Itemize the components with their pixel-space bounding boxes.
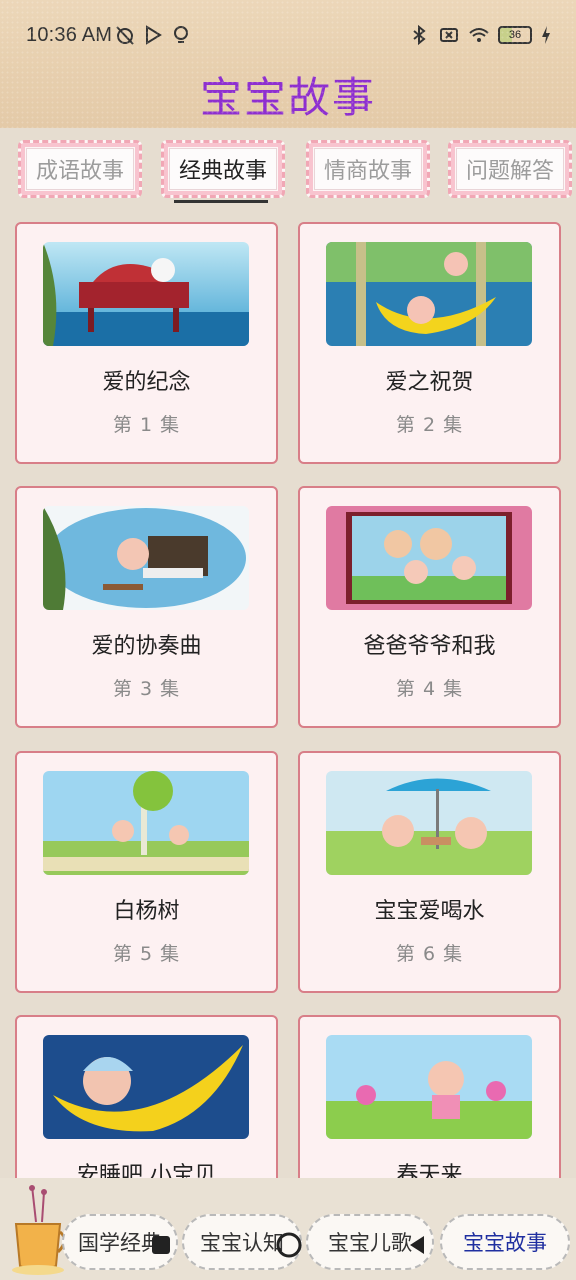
bluetooth-icon — [408, 24, 430, 46]
story-card[interactable]: 爸爸爷爷和我 第 4 集 — [298, 486, 561, 728]
home-icon[interactable] — [276, 1232, 302, 1258]
story-card[interactable]: 爱的纪念 第 1 集 — [15, 222, 278, 464]
story-card[interactable]: 爱之祝贺 第 2 集 — [298, 222, 561, 464]
wifi-icon — [468, 24, 490, 46]
nav-baby-stories[interactable]: 宝宝故事 — [440, 1214, 570, 1270]
story-title: 爱之祝贺 — [385, 370, 474, 395]
story-thumbnail — [326, 506, 532, 610]
story-title: 爱的纪念 — [102, 370, 191, 395]
story-card[interactable]: 春天来 — [298, 1015, 561, 1178]
story-thumbnail — [43, 242, 249, 346]
tab-qa[interactable]: 问题解答 — [448, 140, 572, 198]
story-grid: 爱的纪念 第 1 集 爱之祝贺 第 2 集 爱的协奏曲 第 3 集 爸爸爷爷和我… — [0, 206, 576, 1178]
bulb-icon — [170, 24, 192, 46]
charging-icon — [540, 24, 552, 46]
recents-icon[interactable] — [150, 1234, 172, 1256]
story-card[interactable]: 爱的协奏曲 第 3 集 — [15, 486, 278, 728]
episode-label: 第 5 集 — [112, 943, 181, 965]
episode-label: 第 3 集 — [112, 678, 181, 700]
tab-label: 经典故事 — [178, 159, 267, 184]
app-header: 10:36 AM 36 宝宝故事 — [0, 0, 576, 128]
nav-label: 宝宝儿歌 — [328, 1231, 412, 1255]
alarm-off-icon — [114, 24, 136, 46]
teacup-decoration-icon — [12, 1185, 66, 1275]
story-title: 爸爸爷爷和我 — [363, 634, 496, 659]
category-tabs: 成语故事 经典故事 情商故事 问题解答 — [0, 128, 576, 206]
status-time: 10:36 AM — [26, 24, 113, 46]
bottom-navigation: 国学经典 宝宝认知 宝宝儿歌 宝宝故事 — [0, 1178, 576, 1280]
tab-idiom-stories[interactable]: 成语故事 — [18, 140, 142, 198]
story-title: 安睡吧 小宝贝 — [77, 1163, 216, 1178]
story-title: 宝宝爱喝水 — [374, 899, 485, 924]
story-thumbnail — [43, 771, 249, 875]
tab-eq-stories[interactable]: 情商故事 — [306, 140, 430, 198]
page-title: 宝宝故事 — [199, 73, 376, 122]
story-thumbnail — [326, 242, 532, 346]
back-icon[interactable] — [406, 1234, 428, 1256]
episode-label: 第 4 集 — [395, 678, 464, 700]
story-title: 白杨树 — [113, 899, 180, 924]
tab-label: 问题解答 — [465, 159, 554, 184]
episode-label: 第 2 集 — [395, 414, 464, 436]
story-thumbnail — [326, 771, 532, 875]
story-thumbnail — [43, 1035, 249, 1139]
no-sim-icon — [438, 24, 460, 46]
story-card[interactable]: 安睡吧 小宝贝 — [15, 1015, 278, 1178]
tab-label: 成语故事 — [35, 159, 124, 184]
story-thumbnail — [43, 506, 249, 610]
battery-indicator: 36 — [498, 26, 532, 44]
nav-label: 宝宝认知 — [200, 1231, 284, 1255]
active-tab-indicator — [174, 200, 268, 203]
story-title: 爱的协奏曲 — [91, 634, 202, 659]
tab-classic-stories[interactable]: 经典故事 — [161, 140, 285, 198]
story-card[interactable]: 宝宝爱喝水 第 6 集 — [298, 751, 561, 993]
story-card[interactable]: 白杨树 第 5 集 — [15, 751, 278, 993]
story-title: 春天来 — [396, 1163, 463, 1178]
episode-label: 第 6 集 — [395, 943, 464, 965]
story-thumbnail — [326, 1035, 532, 1139]
nav-label: 宝宝故事 — [463, 1231, 547, 1255]
status-bar: 10:36 AM 36 — [0, 0, 576, 70]
episode-label: 第 1 集 — [112, 414, 181, 436]
play-store-icon — [142, 24, 164, 46]
tab-label: 情商故事 — [323, 159, 412, 184]
